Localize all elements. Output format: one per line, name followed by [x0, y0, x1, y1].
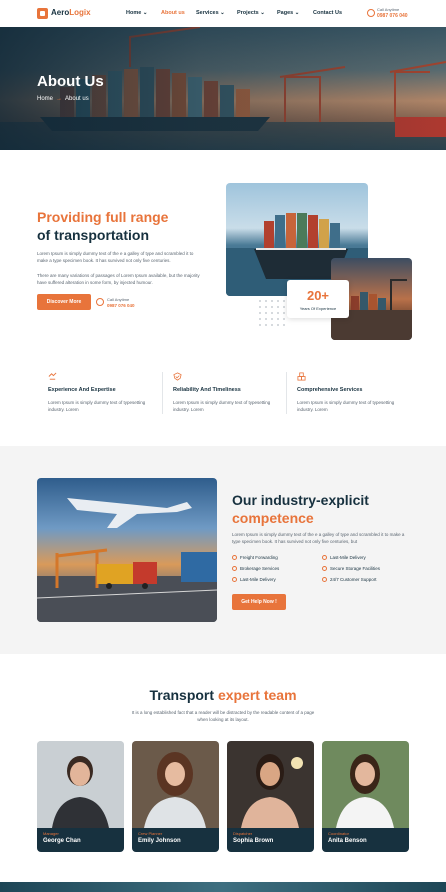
team-card-info: Manager George Chan [37, 828, 124, 852]
nav-services[interactable]: Services ⌄ [196, 10, 225, 16]
team-card[interactable]: Manager George Chan [37, 741, 124, 852]
team-card[interactable]: Crew Planner Emily Johnson [132, 741, 219, 852]
team-card-info: Crew Planner Emily Johnson [132, 828, 219, 852]
team-title: Transport expert team [149, 687, 297, 703]
check-circle-icon [232, 577, 237, 583]
feature-check-item: Last-Mile Delivery [232, 577, 276, 583]
member-role: Dispatcher [233, 831, 253, 836]
arrow-right-icon: → [56, 96, 63, 102]
site-header: AeroLogix Home ⌄ About us Services ⌄ Pro… [0, 0, 446, 27]
feature-title: Comprehensive Services [297, 387, 363, 393]
feature-title: Reliability And Timeliness [173, 387, 241, 393]
member-role: Crew Planner [138, 831, 163, 836]
intro-call-label: Call Anytime [107, 297, 130, 302]
feature-divider [286, 372, 287, 414]
logo-text[interactable]: AeroLogix [51, 8, 91, 17]
page-title: About Us [37, 73, 104, 90]
feature-check-item: Brokerage Services [232, 566, 279, 572]
check-circle-icon [232, 566, 237, 572]
check-circle-icon [232, 555, 237, 561]
avatar [227, 741, 314, 828]
discover-more-button[interactable]: Discover More [37, 294, 91, 310]
feature-text: Lorem Ipsum is simply dummy text of type… [173, 400, 271, 412]
feature-check-item: Last-Mile Delivery [322, 555, 366, 561]
nav-contact[interactable]: Contact Us [313, 10, 342, 16]
logo-icon[interactable] [37, 8, 48, 19]
industry-title-accent: competence [232, 510, 314, 526]
avatar [37, 741, 124, 828]
feature-check-item: Secure Storage Facilities [322, 566, 380, 572]
team-card[interactable]: Coordinator Anita Benson [322, 741, 409, 852]
nav-pages[interactable]: Pages ⌄ [277, 10, 299, 16]
breadcrumb: Home → About us [37, 96, 89, 102]
feature-title: Experience And Expertise [48, 387, 116, 393]
member-name: George Chan [43, 838, 81, 844]
header-call-number[interactable]: 0987 076 040 [377, 13, 408, 19]
check-circle-icon [322, 566, 327, 572]
check-circle-icon [322, 555, 327, 561]
member-name: Sophia Brown [233, 838, 274, 844]
phone-icon [367, 9, 375, 17]
industry-paragraph: Lorem Ipsum is simply dummy text of the … [232, 532, 405, 544]
chevron-down-icon: ⌄ [294, 10, 300, 16]
nav-home[interactable]: Home ⌄ [126, 10, 147, 16]
intro-title-accent: Providing full range [37, 209, 169, 225]
member-role: Coordinator [328, 831, 349, 836]
team-card-info: Coordinator Anita Benson [322, 828, 409, 852]
plane-truck-image [37, 478, 217, 622]
industry-title: Our industry-explicit [232, 492, 369, 508]
feature-check-item: 24/7 Customer Support [322, 577, 377, 583]
chevron-down-icon: ⌄ [220, 10, 225, 16]
member-role: Manager [43, 831, 59, 836]
feature-check-item: Freight Forwarding [232, 555, 278, 561]
footer-strip [0, 882, 446, 892]
intro-paragraph-2: There are many variations of passages of… [37, 273, 200, 285]
nav-projects[interactable]: Projects ⌄ [237, 10, 265, 16]
feature-text: Lorem Ipsum is simply dummy text of type… [297, 400, 395, 412]
intro-call-number[interactable]: 0987 076 040 [107, 303, 135, 308]
avatar [132, 741, 219, 828]
feature-divider [162, 372, 163, 414]
header-call-label: Call Anytime [377, 7, 400, 12]
team-subtitle: It is a long established fact that a rea… [131, 710, 315, 722]
hero-banner: About Us Home → About us [0, 27, 446, 150]
boxes-icon [297, 372, 306, 381]
member-name: Emily Johnson [138, 838, 181, 844]
breadcrumb-home[interactable]: Home [37, 96, 53, 102]
phone-icon [96, 298, 104, 306]
member-name: Anita Benson [328, 838, 367, 844]
experience-stat: 20+ Years Of Experience [287, 280, 349, 318]
avatar [322, 741, 409, 828]
nav-about[interactable]: About us [161, 10, 185, 16]
get-help-button[interactable]: Get Help Now ! [232, 594, 286, 610]
experience-label: Years Of Experience [299, 306, 337, 311]
intro-title: of transportation [37, 227, 149, 243]
feature-text: Lorem Ipsum is simply dummy text of type… [48, 400, 146, 412]
check-circle-icon [322, 577, 327, 583]
chevron-down-icon: ⌄ [142, 10, 148, 16]
team-card[interactable]: Dispatcher Sophia Brown [227, 741, 314, 852]
chevron-down-icon: ⌄ [260, 10, 265, 16]
breadcrumb-current: About us [65, 96, 89, 102]
intro-paragraph-1: Lorem Ipsum is simply dummy text of the … [37, 251, 194, 263]
shield-check-icon [173, 372, 182, 381]
handshake-icon [48, 372, 57, 380]
experience-number: 20+ [306, 288, 330, 303]
team-card-info: Dispatcher Sophia Brown [227, 828, 314, 852]
decorative-dots [257, 298, 287, 328]
